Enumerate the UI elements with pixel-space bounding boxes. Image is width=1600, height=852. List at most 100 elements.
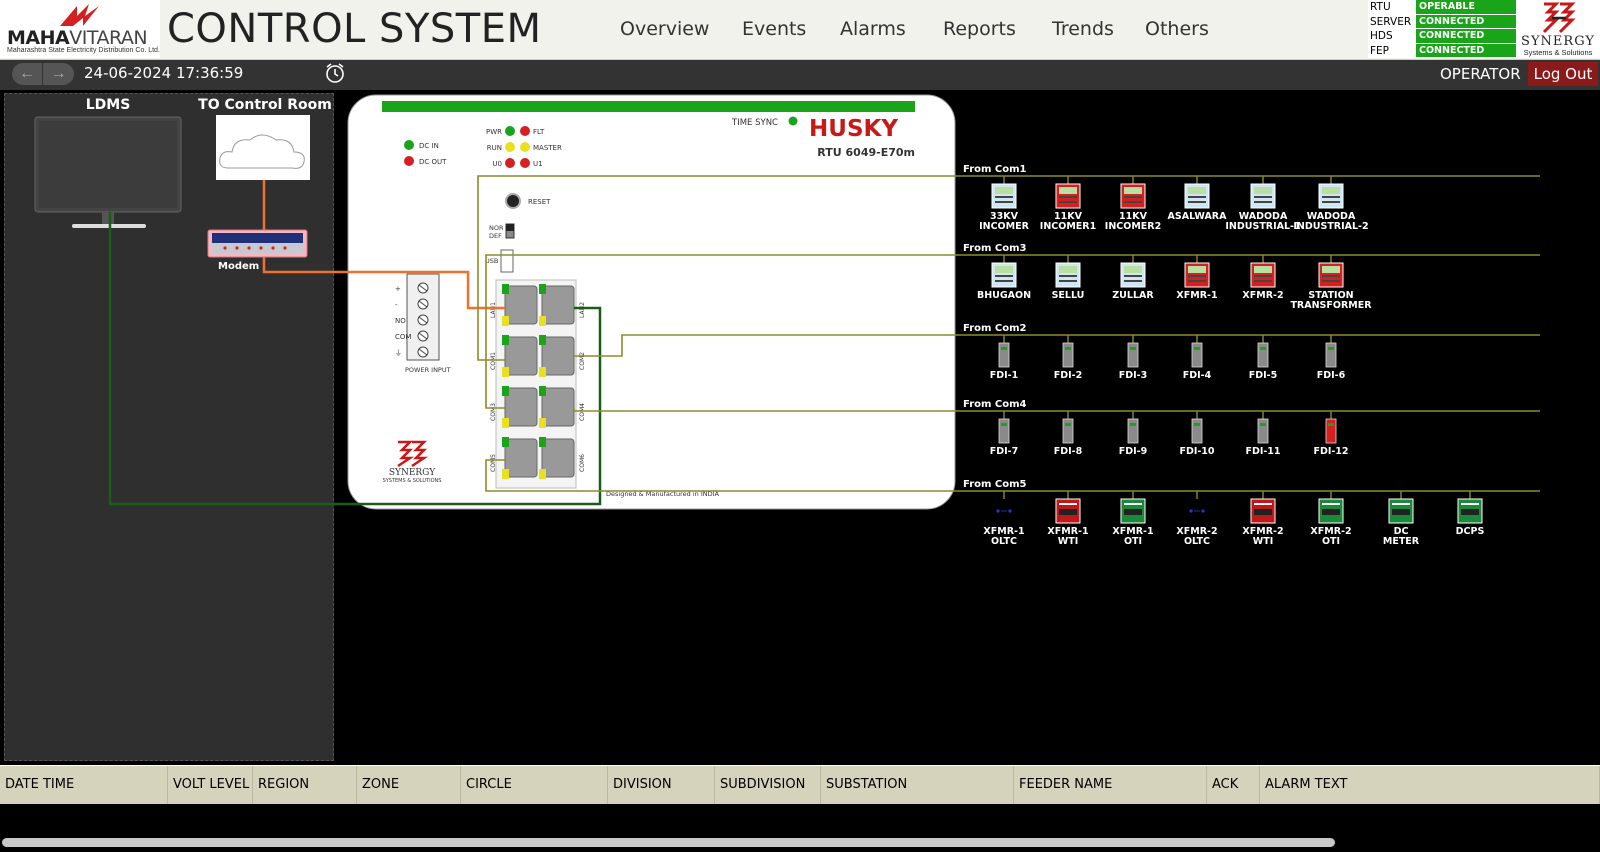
device-label: WTI bbox=[1253, 536, 1274, 547]
device-fdi-11[interactable]: FDI-11 bbox=[1245, 411, 1281, 457]
device-xfmr-2[interactable]: XFMR-2 bbox=[1242, 255, 1284, 301]
device-label: INCOMER1 bbox=[1040, 221, 1096, 232]
bus-from-com2: From Com2 FDI-1 FDI-2 FDI-3 FDI-4 FDI-5 FDI-6 bbox=[963, 323, 1346, 381]
reset-button-icon[interactable] bbox=[505, 193, 521, 209]
device-11kv-incomer2[interactable]: 11KVINCOMER2 bbox=[1105, 176, 1161, 232]
status-value: CONNECTED bbox=[1416, 43, 1516, 57]
logout-button[interactable]: Log Out bbox=[1528, 62, 1598, 86]
modem-icon[interactable] bbox=[207, 229, 308, 258]
device-label: FDI-3 bbox=[1119, 370, 1147, 381]
fault-indicator-icon bbox=[1127, 418, 1139, 444]
bus-from-com3: From Com3 BHUGAON SELLU ZULLAR XFMR-1 XFMR-2 S… bbox=[963, 243, 1372, 311]
status-row-fep: FEP CONNECTED bbox=[1368, 43, 1516, 58]
device-fdi-3[interactable]: FDI-3 bbox=[1119, 335, 1147, 381]
master-led bbox=[520, 142, 530, 152]
device-xfmr-2-wti[interactable]: XFMR-2WTI bbox=[1242, 491, 1284, 547]
status-panel: RTU OPERABLE SERVER CONNECTED HDS CONNECTED FE… bbox=[1368, 0, 1516, 58]
device-fdi-9[interactable]: FDI-9 bbox=[1119, 411, 1147, 457]
device-label: FDI-8 bbox=[1054, 446, 1083, 457]
rtu-synergy-tagline: SYSTEMS & SOLUTIONS bbox=[383, 478, 442, 484]
nav-alarms[interactable]: Alarms bbox=[840, 18, 943, 40]
synergy-tagline: Systems & Solutions bbox=[1523, 48, 1593, 57]
device-xfmr-1[interactable]: XFMR-1 bbox=[1176, 255, 1218, 301]
u1-label: U1 bbox=[533, 160, 543, 168]
device-xfmr-1-wti[interactable]: XFMR-1WTI bbox=[1047, 491, 1089, 547]
nav-others[interactable]: Others bbox=[1145, 18, 1209, 40]
device-fdi-6[interactable]: FDI-6 bbox=[1317, 335, 1346, 381]
synergy-logo: SYNERGY Systems & Solutions bbox=[1516, 0, 1600, 58]
device-fdi-8[interactable]: FDI-8 bbox=[1054, 411, 1083, 457]
column-header-zone[interactable]: ZONE bbox=[357, 766, 461, 804]
forward-arrow-icon[interactable]: → bbox=[43, 63, 74, 85]
device-station-transformer[interactable]: STATIONTRANSFORMER bbox=[1290, 255, 1372, 311]
device-wadoda-industrial-1[interactable]: WADODAINDUSTRIAL-1 bbox=[1225, 176, 1301, 232]
column-header-subdivision[interactable]: SUBDIVISION bbox=[715, 766, 821, 804]
device-label: TRANSFORMER bbox=[1290, 300, 1372, 311]
port-label: COM6 bbox=[579, 454, 586, 472]
column-header-date-time[interactable]: DATE TIME bbox=[0, 766, 168, 804]
device-11kv-incomer1[interactable]: 11KVINCOMER1 bbox=[1040, 176, 1096, 232]
device-fdi-7[interactable]: FDI-7 bbox=[990, 411, 1018, 457]
bus-from-com1: From Com133KVINCOMER11KVINCOMER111KVINCO… bbox=[963, 164, 1369, 232]
synergy-name: SYNERGY bbox=[1521, 34, 1595, 49]
oltc-icon bbox=[1189, 509, 1193, 513]
port-label: COM3 bbox=[490, 403, 497, 421]
device-label: BHUGAON bbox=[977, 290, 1031, 301]
nav-overview[interactable]: Overview bbox=[620, 18, 742, 40]
u1-led bbox=[520, 158, 530, 168]
network-diagram: LDMS TO Control Room Modem HUSKY RTU 604… bbox=[34, 94, 1540, 547]
device-33kv-incomer[interactable]: 33KVINCOMER bbox=[979, 176, 1030, 232]
column-header-division[interactable]: DIVISION bbox=[608, 766, 715, 804]
column-header-substation[interactable]: SUBSTATION bbox=[821, 766, 1014, 804]
column-header-alarm-text[interactable]: ALARM TEXT bbox=[1260, 766, 1600, 804]
dc-in-label: DC IN bbox=[419, 142, 439, 150]
terminal-label: NO bbox=[395, 317, 406, 325]
synergy-mark-icon bbox=[1542, 2, 1576, 34]
device-xfmr-1-oltc[interactable]: XFMR-1OLTC bbox=[983, 491, 1025, 547]
nor-label: NOR bbox=[489, 224, 504, 232]
column-header-feeder-name[interactable]: FEEDER NAME bbox=[1014, 766, 1207, 804]
device-fdi-5[interactable]: FDI-5 bbox=[1249, 335, 1277, 381]
fault-indicator-icon bbox=[998, 418, 1010, 444]
brand-subtitle: Maharashtra State Electricity Distributi… bbox=[7, 47, 160, 54]
device-fdi-1[interactable]: FDI-1 bbox=[990, 335, 1018, 381]
device-xfmr-2-oltc[interactable]: XFMR-2OLTC bbox=[1176, 491, 1218, 547]
device-fdi-2[interactable]: FDI-2 bbox=[1054, 335, 1082, 381]
back-arrow-icon[interactable]: ← bbox=[12, 63, 43, 85]
column-header-ack[interactable]: ACK bbox=[1207, 766, 1260, 804]
flt-label: FLT bbox=[533, 128, 545, 136]
device-fdi-4[interactable]: FDI-4 bbox=[1183, 335, 1212, 381]
device-sellu[interactable]: SELLU bbox=[1052, 255, 1085, 301]
device-fdi-12[interactable]: FDI-12 bbox=[1313, 411, 1349, 457]
nav-trends[interactable]: Trends bbox=[1052, 18, 1145, 40]
fault-indicator-icon bbox=[1062, 342, 1074, 368]
nav-reports[interactable]: Reports bbox=[943, 18, 1052, 40]
device-asalwara[interactable]: ASALWARA bbox=[1168, 176, 1228, 222]
device-label: FDI-5 bbox=[1249, 370, 1277, 381]
bus-label: From Com5 bbox=[963, 479, 1027, 490]
column-header-volt-level[interactable]: VOLT LEVEL bbox=[168, 766, 253, 804]
device-label: INDUSTRIAL-2 bbox=[1293, 221, 1368, 232]
alarm-clock-icon[interactable] bbox=[323, 62, 347, 84]
device-bhugaon[interactable]: BHUGAON bbox=[977, 255, 1031, 301]
nav-events[interactable]: Events bbox=[742, 18, 840, 40]
device-xfmr-1-oti[interactable]: XFMR-1OTI bbox=[1112, 491, 1154, 547]
flt-led bbox=[520, 126, 530, 136]
fault-indicator-icon bbox=[1325, 418, 1337, 444]
device-wadoda-industrial-2[interactable]: WADODAINDUSTRIAL-2 bbox=[1293, 176, 1369, 232]
rtu-model: RTU 6049-E70m bbox=[817, 146, 915, 159]
device-xfmr-2-oti[interactable]: XFMR-2OTI bbox=[1310, 491, 1352, 547]
horizontal-scrollbar[interactable] bbox=[2, 838, 1335, 847]
device-label: OLTC bbox=[1184, 536, 1210, 547]
device-fdi-10[interactable]: FDI-10 bbox=[1179, 411, 1215, 457]
device-zullar[interactable]: ZULLAR bbox=[1112, 255, 1154, 301]
status-row-hds: HDS CONNECTED bbox=[1368, 29, 1516, 44]
column-header-circle[interactable]: CIRCLE bbox=[461, 766, 608, 804]
port-label: COM2 bbox=[579, 352, 586, 370]
device-dc-meter[interactable]: DCMETER bbox=[1383, 491, 1420, 547]
device-label: INCOMER2 bbox=[1105, 221, 1161, 232]
device-label: ASALWARA bbox=[1168, 211, 1228, 222]
column-header-region[interactable]: REGION bbox=[253, 766, 357, 804]
reset-label: RESET bbox=[528, 198, 551, 206]
device-dcps[interactable]: DCPS bbox=[1456, 491, 1485, 537]
